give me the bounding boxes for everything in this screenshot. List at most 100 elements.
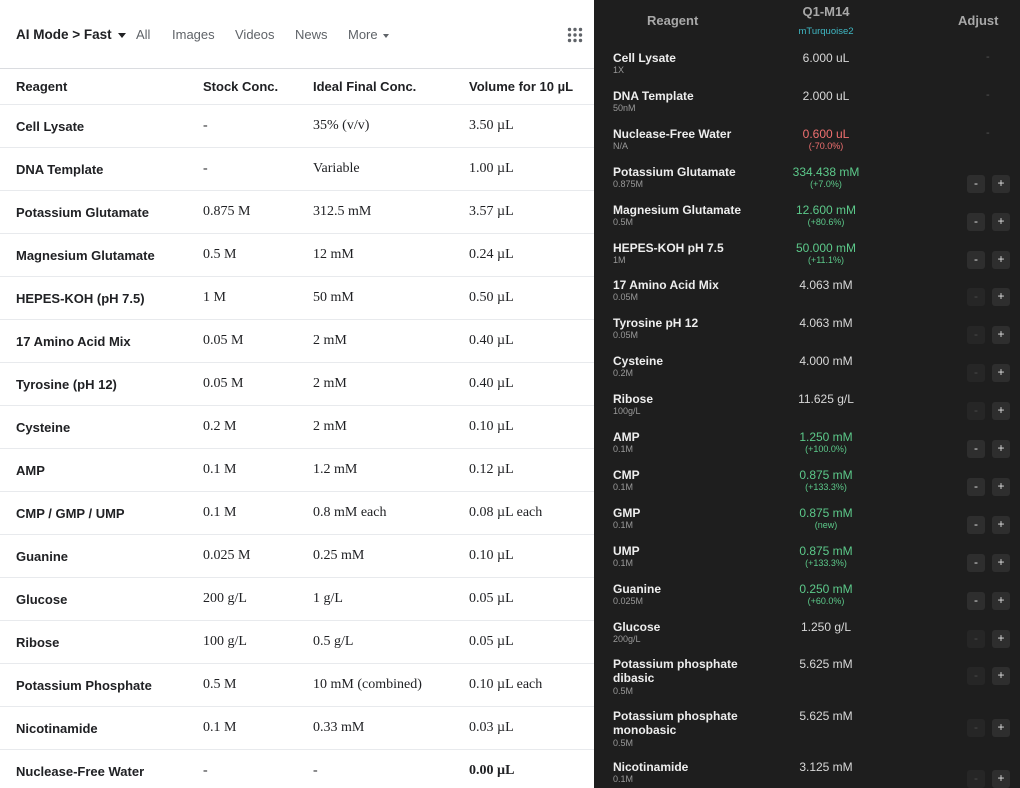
table-cell: 1 g/L [313, 591, 343, 606]
table-header-cell: Stock Conc. [203, 79, 279, 94]
table-cell: 0.8 mM each [313, 505, 387, 520]
reagent-name: Cell Lysate [613, 51, 676, 65]
reagent-stock: 0.05M [613, 330, 639, 341]
reagent-stock: 0.5M [613, 216, 634, 227]
decrease-button[interactable]: - [967, 515, 985, 534]
reagent-name: 17 Amino Acid Mix [613, 278, 719, 293]
percent-change: (+80.6%) [807, 216, 845, 227]
increase-button[interactable]: + [992, 402, 1010, 421]
table-cell: Glucose [16, 591, 68, 607]
table-cell: CMP / GMP / UMP [16, 505, 125, 521]
concentration-value: 0.250 mM [799, 581, 853, 596]
chevron-down-icon [382, 33, 389, 38]
column-header-sample: Q1-M14 [802, 4, 850, 19]
column-header-reagent: Reagent [647, 13, 699, 28]
reagent-stock: 0.5M [613, 686, 634, 697]
increase-button[interactable]: + [992, 212, 1010, 231]
reagent-name: Potassium phosphate monobasic [613, 708, 738, 737]
increase-button[interactable]: + [992, 364, 1010, 383]
reagent-stock: 0.025M [613, 595, 644, 606]
increase-button[interactable]: + [992, 250, 1010, 269]
tab-news[interactable]: News [295, 27, 328, 43]
table-row: Cell Lysate - 35% (v/v) 3.50 µL [0, 105, 594, 148]
table-cell: 0.05 µL [469, 634, 514, 649]
tab-images[interactable]: Images [172, 27, 215, 43]
concentration-value: 4.063 mM [799, 278, 853, 293]
table-cell: 0.5 M [203, 247, 237, 262]
table-cell: 2 mM [313, 419, 347, 434]
reagent-name: UMP [613, 543, 640, 558]
adjust-unavailable: - [986, 126, 990, 139]
increase-button[interactable]: + [992, 667, 1010, 686]
tab-videos[interactable]: Videos [235, 27, 275, 43]
decrease-button: - [967, 718, 985, 737]
increase-button[interactable]: + [992, 326, 1010, 345]
table-cell: - [203, 161, 208, 176]
decrease-button[interactable]: - [967, 477, 985, 496]
reagent-name: Potassium phosphate dibasic [613, 657, 738, 686]
table-cell: - [203, 763, 208, 778]
table-cell: HEPES-KOH (pH 7.5) [16, 290, 145, 306]
apps-grid-icon[interactable] [567, 27, 583, 43]
table-cell: 312.5 mM [313, 204, 372, 219]
reagent-stock: 100g/L [613, 406, 641, 417]
table-cell: 0.05 M [203, 376, 244, 391]
table-cell: 100 g/L [203, 634, 247, 649]
table-cell: 0.50 µL [469, 290, 514, 305]
table-header-cell: Ideal Final Conc. [313, 79, 417, 94]
increase-button[interactable]: + [992, 515, 1010, 534]
table-cell: 0.5 g/L [313, 634, 354, 649]
increase-button[interactable]: + [992, 591, 1010, 610]
table-cell: 0.40 µL [469, 333, 514, 348]
decrease-button[interactable]: - [967, 591, 985, 610]
increase-button[interactable]: + [992, 174, 1010, 193]
table-cell: 0.025 M [203, 548, 251, 563]
increase-button[interactable]: + [992, 718, 1010, 737]
decrease-button[interactable]: - [967, 440, 985, 458]
reagent-stock: N/A [613, 140, 629, 151]
concentration-value: 6.000 uL [802, 51, 850, 65]
increase-button[interactable]: + [992, 553, 1010, 572]
concentration-value: 0.875 mM [799, 467, 853, 482]
table-cell: 0.24 µL [469, 247, 514, 262]
decrease-button: - [967, 288, 985, 307]
ai-mode-label: AI Mode > Fast [16, 27, 112, 42]
percent-change: (new) [814, 519, 838, 530]
table-cell: 0.1 M [203, 505, 237, 520]
increase-button[interactable]: + [992, 477, 1010, 496]
table-cell: 0.2 M [203, 419, 237, 434]
adjust-unavailable: - [986, 51, 990, 63]
column-header-adjust: Adjust [958, 13, 999, 28]
table-row: Glucose 200 g/L 1 g/L 0.05 µL [0, 578, 594, 621]
decrease-button[interactable]: - [967, 212, 985, 231]
decrease-button: - [967, 629, 985, 648]
tab-all[interactable]: All [136, 27, 150, 43]
column-header-sample-sub: mTurquoise2 [798, 26, 854, 37]
reagent-name: Ribose [613, 392, 654, 407]
tab-more[interactable]: More [348, 27, 389, 43]
decrease-button[interactable]: - [967, 250, 985, 269]
reagent-name: DNA Template [613, 88, 694, 103]
percent-change: (+100.0%) [805, 444, 847, 454]
reagent-name: Magnesium Glutamate [613, 202, 742, 217]
decrease-button[interactable]: - [967, 553, 985, 572]
table-cell: - [313, 763, 318, 778]
increase-button[interactable]: + [992, 629, 1010, 648]
table-cell: Potassium Glutamate [16, 204, 149, 220]
decrease-button[interactable]: - [967, 174, 985, 193]
table-cell: 0.03 µL [469, 720, 514, 735]
calculator-panel: Reagent Q1-M14 mTurquoise2 Adjust Cell L… [594, 0, 1020, 788]
reagent-stock: 0.1M [613, 444, 634, 454]
table-cell: DNA Template [16, 161, 104, 177]
increase-button[interactable]: + [992, 440, 1010, 458]
ai-mode-dropdown[interactable]: AI Mode > Fast [16, 27, 126, 43]
percent-change: (-70.0%) [808, 140, 844, 151]
reagent-stock: 0.1M [613, 481, 634, 492]
table-cell: 3.50 µL [469, 118, 514, 133]
table-header-row: Reagent Stock Conc. Ideal Final Conc. Volum… [0, 69, 594, 105]
increase-button[interactable]: + [992, 288, 1010, 307]
table-cell: - [203, 118, 208, 133]
reagent-stock: 0.875M [613, 178, 644, 189]
reagent-stock: 200g/L [613, 633, 641, 644]
increase-button[interactable]: + [992, 770, 1010, 788]
